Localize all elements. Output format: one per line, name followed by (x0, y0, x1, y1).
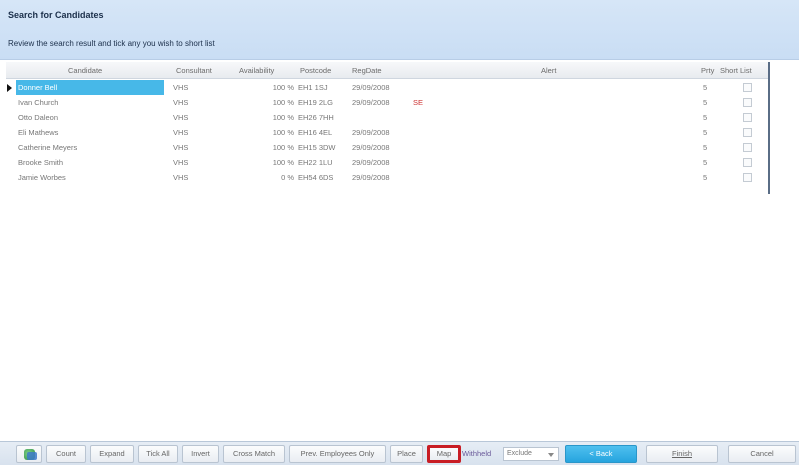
cell-prty: 5 (703, 83, 708, 92)
cell-prty: 5 (703, 173, 708, 182)
cell-postcode: EH1 1SJ (298, 83, 328, 92)
withhold-select-value: Exclude (507, 450, 532, 457)
cell-postcode: EH22 1LU (298, 158, 333, 167)
cell-postcode: EH16 4EL (298, 128, 333, 137)
table-row[interactable]: Otto Daleon VHS 100 % EH26 7HH 5 (6, 110, 768, 125)
short-list-checkbox[interactable] (743, 128, 752, 137)
cell-postcode: EH26 7HH (298, 113, 334, 122)
page-header: Search for Candidates Review the search … (0, 0, 799, 60)
cell-availability: 100 % (272, 98, 294, 107)
short-list-checkbox[interactable] (743, 143, 752, 152)
cell-prty: 5 (703, 158, 708, 167)
withhold-select[interactable]: Exclude (503, 447, 559, 461)
cell-prty: 5 (703, 113, 708, 122)
cell-consultant: VHS (173, 83, 189, 92)
expand-button[interactable]: Expand (90, 445, 134, 463)
bottom-toolbar: Count Expand Tick All Invert Cross Match… (0, 441, 799, 465)
grid-header: Candidate Consultant Availability Postco… (6, 62, 768, 79)
cell-candidate: Otto Daleon (18, 113, 59, 122)
short-list-checkbox[interactable] (743, 83, 752, 92)
row-indicator (6, 80, 14, 95)
row-indicator (6, 95, 14, 110)
row-indicator (6, 110, 14, 125)
cell-regdate: 29/09/2008 (352, 98, 390, 107)
place-button[interactable]: Place (390, 445, 423, 463)
short-list-checkbox[interactable] (743, 173, 752, 182)
table-row[interactable]: Donner Bell VHS 100 % EH1 1SJ 29/09/2008 5 (6, 80, 768, 95)
map-button[interactable]: Map (427, 445, 461, 463)
cell-consultant: VHS (173, 98, 189, 107)
cell-candidate: Ivan Church (18, 98, 59, 107)
col-consultant[interactable]: Consultant (176, 62, 212, 79)
col-regdate[interactable]: RegDate (352, 62, 382, 79)
row-indicator (6, 140, 14, 155)
cell-postcode: EH54 6DS (298, 173, 334, 182)
back-button[interactable]: < Back (565, 445, 637, 463)
page-subtitle: Review the search result and tick any yo… (8, 39, 215, 48)
cell-availability: 100 % (272, 83, 294, 92)
withhold-label: Withheld (462, 449, 492, 458)
table-row[interactable]: Eli Mathews VHS 100 % EH16 4EL 29/09/2008 5 (6, 125, 768, 140)
cell-consultant: VHS (173, 128, 189, 137)
finish-button[interactable]: Finish (646, 445, 718, 463)
cell-availability: 100 % (272, 158, 294, 167)
cross-match-button[interactable]: Cross Match (223, 445, 285, 463)
cell-candidate: Catherine Meyers (18, 143, 78, 152)
candidate-grid[interactable]: Candidate Consultant Availability Postco… (6, 62, 770, 194)
count-button[interactable]: Count (46, 445, 86, 463)
col-prty[interactable]: Prty (701, 62, 714, 79)
row-indicator (6, 125, 14, 140)
table-row[interactable]: Catherine Meyers VHS 100 % EH15 3DW 29/09/20… (6, 140, 768, 155)
short-list-checkbox[interactable] (743, 113, 752, 122)
chevron-down-icon (548, 453, 554, 457)
cell-availability: 100 % (272, 143, 294, 152)
cell-candidate: Eli Mathews (18, 128, 59, 137)
cell-regdate: 29/09/2008 (352, 83, 390, 92)
col-alert[interactable]: Alert (541, 62, 556, 79)
col-candidate[interactable]: Candidate (68, 62, 102, 79)
cell-availability: 100 % (272, 128, 294, 137)
col-postcode[interactable]: Postcode (300, 62, 331, 79)
cell-availability: 0 % (281, 173, 294, 182)
invert-button[interactable]: Invert (182, 445, 219, 463)
cell-regdate: 29/09/2008 (352, 143, 390, 152)
page-title: Search for Candidates (8, 10, 104, 20)
cell-consultant: VHS (173, 143, 189, 152)
short-list-checkbox[interactable] (743, 98, 752, 107)
cancel-button[interactable]: Cancel (728, 445, 796, 463)
cell-prty: 5 (703, 98, 708, 107)
cell-availability: 100 % (272, 113, 294, 122)
cell-consultant: VHS (173, 173, 189, 182)
cell-alert: SE (413, 98, 424, 107)
cell-consultant: VHS (173, 113, 189, 122)
row-indicator (6, 155, 14, 170)
cell-candidate: Brooke Smith (18, 158, 64, 167)
cell-candidate: Donner Bell (16, 80, 164, 95)
cell-consultant: VHS (173, 158, 189, 167)
cell-prty: 5 (703, 128, 708, 137)
table-row[interactable]: Jamie Worbes VHS 0 % EH54 6DS 29/09/2008 5 (6, 170, 768, 185)
table-row[interactable]: Ivan Church VHS 100 % EH19 2LG 29/09/2008 SE 5 (6, 95, 768, 110)
cell-regdate: 29/09/2008 (352, 158, 390, 167)
cell-regdate: 29/09/2008 (352, 173, 390, 182)
cell-postcode: EH19 2LG (298, 98, 334, 107)
table-row[interactable]: Brooke Smith VHS 100 % EH22 1LU 29/09/2008 5 (6, 155, 768, 170)
short-list-checkbox[interactable] (743, 158, 752, 167)
cell-prty: 5 (703, 143, 708, 152)
row-indicator (6, 170, 14, 185)
prev-employees-only-button[interactable]: Prev. Employees Only (289, 445, 386, 463)
cell-regdate: 29/09/2008 (352, 128, 390, 137)
cell-postcode: EH15 3DW (298, 143, 336, 152)
tick-all-button[interactable]: Tick All (138, 445, 178, 463)
refresh-button[interactable] (16, 445, 42, 463)
col-availability[interactable]: Availability (239, 62, 274, 79)
col-short-list[interactable]: Short List (720, 62, 752, 79)
screen-icon (27, 452, 37, 460)
cell-candidate: Jamie Worbes (18, 173, 66, 182)
current-row-arrow-icon (7, 84, 12, 92)
